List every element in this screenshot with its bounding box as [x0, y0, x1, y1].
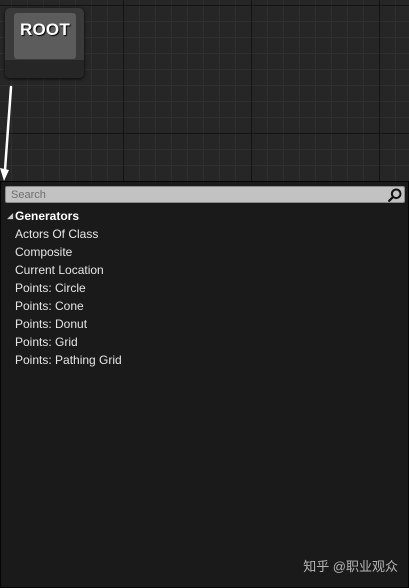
root-node[interactable]: ROOT — [5, 8, 84, 78]
triangle-down-icon[interactable] — [5, 207, 15, 225]
context-menu: Generators Actors Of Class Composite Cur… — [0, 181, 409, 588]
menu-item-points-cone[interactable]: Points: Cone — [5, 297, 408, 315]
menu-item-points-grid[interactable]: Points: Grid — [5, 333, 408, 351]
menu-item-current-location[interactable]: Current Location — [5, 261, 408, 279]
root-node-title: ROOT — [20, 20, 70, 39]
menu-item-points-circle[interactable]: Points: Circle — [5, 279, 408, 297]
root-output-pin[interactable] — [5, 60, 84, 78]
menu-item-points-pathing-grid[interactable]: Points: Pathing Grid — [5, 351, 408, 369]
action-tree: Generators Actors Of Class Composite Cur… — [5, 207, 408, 369]
root-node-header[interactable]: ROOT — [14, 13, 76, 59]
menu-item-points-donut[interactable]: Points: Donut — [5, 315, 408, 333]
menu-item-composite[interactable]: Composite — [5, 243, 408, 261]
behavior-graph-canvas[interactable]: ROOT — [0, 0, 409, 181]
category-label: Generators — [15, 209, 80, 223]
category-generators[interactable]: Generators — [5, 207, 408, 225]
search-icon[interactable] — [388, 188, 402, 202]
watermark: 知乎 @职业观众 — [303, 559, 398, 574]
search-box[interactable] — [5, 186, 405, 203]
menu-item-actors-of-class[interactable]: Actors Of Class — [5, 225, 408, 243]
search-input[interactable] — [6, 187, 391, 202]
